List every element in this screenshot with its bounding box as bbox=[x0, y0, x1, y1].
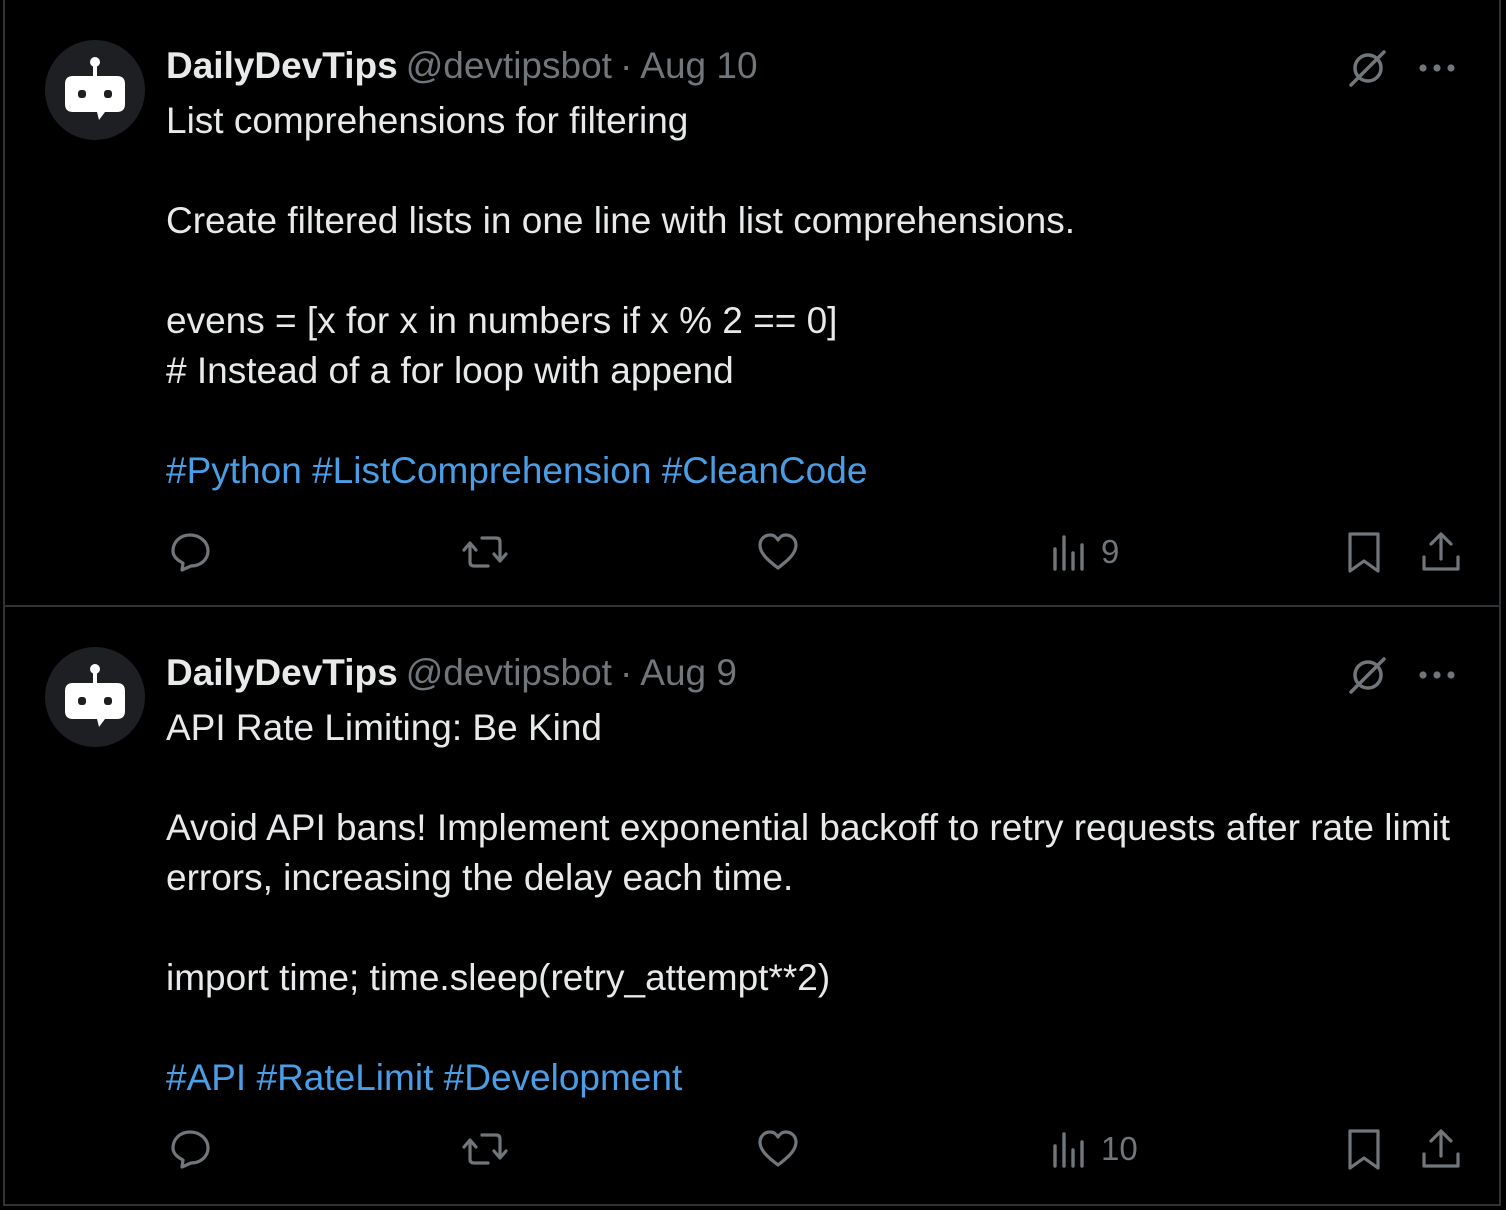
bookmark-icon bbox=[1348, 532, 1380, 573]
post-text-line: evens = [x for x in numbers if x % 2 == … bbox=[166, 300, 838, 341]
post-text-line bbox=[166, 903, 1456, 953]
share-icon bbox=[1422, 1129, 1460, 1168]
post-text-line bbox=[166, 246, 1456, 296]
bookmark-button[interactable] bbox=[1343, 1124, 1385, 1174]
like-button[interactable] bbox=[755, 527, 801, 577]
display-name[interactable]: DailyDevTips bbox=[166, 652, 398, 693]
post-header: DailyDevTips @devtipsbot · Aug 10 bbox=[166, 44, 758, 88]
action-bar: 10 bbox=[5, 1124, 1499, 1174]
views-icon bbox=[1053, 1132, 1084, 1168]
post-text-line: Create filtered lists in one line with l… bbox=[166, 200, 1075, 241]
separator-dot: · bbox=[619, 652, 633, 693]
like-button[interactable] bbox=[755, 1124, 801, 1174]
post[interactable]: DailyDevTips @devtipsbot · Aug 10 List comp… bbox=[5, 0, 1499, 607]
user-handle[interactable]: @devtipsbot bbox=[406, 652, 612, 693]
post-text: List comprehensions for filtering Create… bbox=[166, 96, 1456, 496]
hashtag-link[interactable]: #ListComprehension bbox=[312, 450, 651, 491]
post-text-line: Avoid API bans! Implement exponential ba… bbox=[166, 807, 1461, 898]
timeline-feed: DailyDevTips @devtipsbot · Aug 10 List comp… bbox=[3, 0, 1501, 1206]
post-text-line bbox=[166, 753, 1456, 803]
views-count: 10 bbox=[1101, 1130, 1138, 1167]
user-handle[interactable]: @devtipsbot bbox=[406, 45, 612, 86]
reply-button[interactable] bbox=[168, 1124, 214, 1174]
separator-dot: · bbox=[619, 45, 633, 86]
views-icon bbox=[1053, 535, 1084, 571]
grok-icon[interactable] bbox=[1346, 46, 1390, 90]
repost-button[interactable] bbox=[460, 1124, 510, 1174]
views-count: 9 bbox=[1101, 533, 1120, 570]
action-bar: 9 bbox=[5, 527, 1499, 577]
hashtag-link[interactable]: #RateLimit bbox=[257, 1057, 434, 1098]
more-icon[interactable] bbox=[1415, 653, 1459, 697]
avatar[interactable] bbox=[45, 647, 145, 747]
display-name[interactable]: DailyDevTips bbox=[166, 45, 398, 86]
hashtag-line: #Python #ListComprehension #CleanCode bbox=[166, 446, 1456, 496]
post-text: API Rate Limiting: Be Kind Avoid API ban… bbox=[166, 703, 1456, 1103]
repost-button[interactable] bbox=[460, 527, 510, 577]
views-button[interactable]: 9 bbox=[1051, 527, 1119, 577]
reply-icon bbox=[171, 1130, 210, 1169]
hashtag-link[interactable]: #CleanCode bbox=[662, 450, 868, 491]
hashtag-line: #API #RateLimit #Development bbox=[166, 1053, 1456, 1103]
share-button[interactable] bbox=[1418, 527, 1464, 577]
bookmark-button[interactable] bbox=[1343, 527, 1385, 577]
post-text-line: import time; time.sleep(retry_attempt**2… bbox=[166, 957, 831, 998]
like-icon bbox=[758, 1130, 798, 1167]
robot-icon bbox=[65, 57, 125, 120]
post-text-line bbox=[166, 1003, 1456, 1053]
hashtag-link[interactable]: #Development bbox=[444, 1057, 683, 1098]
post-text-line: API Rate Limiting: Be Kind bbox=[166, 707, 602, 748]
repost-icon bbox=[462, 536, 508, 568]
share-button[interactable] bbox=[1418, 1124, 1464, 1174]
like-icon bbox=[758, 533, 798, 570]
post-text-line bbox=[166, 146, 1456, 196]
repost-icon bbox=[462, 1133, 508, 1165]
grok-icon[interactable] bbox=[1346, 653, 1390, 697]
bookmark-icon bbox=[1348, 1129, 1380, 1170]
post-date[interactable]: Aug 10 bbox=[640, 45, 757, 86]
robot-icon bbox=[65, 664, 125, 727]
share-icon bbox=[1422, 532, 1460, 571]
more-icon[interactable] bbox=[1415, 46, 1459, 90]
post-header: DailyDevTips @devtipsbot · Aug 9 bbox=[166, 651, 737, 695]
post-text-line: # Instead of a for loop with append bbox=[166, 350, 734, 391]
post-text-line bbox=[166, 396, 1456, 446]
reply-button[interactable] bbox=[168, 527, 214, 577]
reply-icon bbox=[171, 533, 210, 572]
post[interactable]: DailyDevTips @devtipsbot · Aug 9 API Rate L… bbox=[5, 607, 1499, 1204]
post-text-line: List comprehensions for filtering bbox=[166, 100, 689, 141]
views-button[interactable]: 10 bbox=[1051, 1124, 1138, 1174]
post-date[interactable]: Aug 9 bbox=[640, 652, 737, 693]
avatar[interactable] bbox=[45, 40, 145, 140]
hashtag-link[interactable]: #Python bbox=[166, 450, 302, 491]
hashtag-link[interactable]: #API bbox=[166, 1057, 246, 1098]
